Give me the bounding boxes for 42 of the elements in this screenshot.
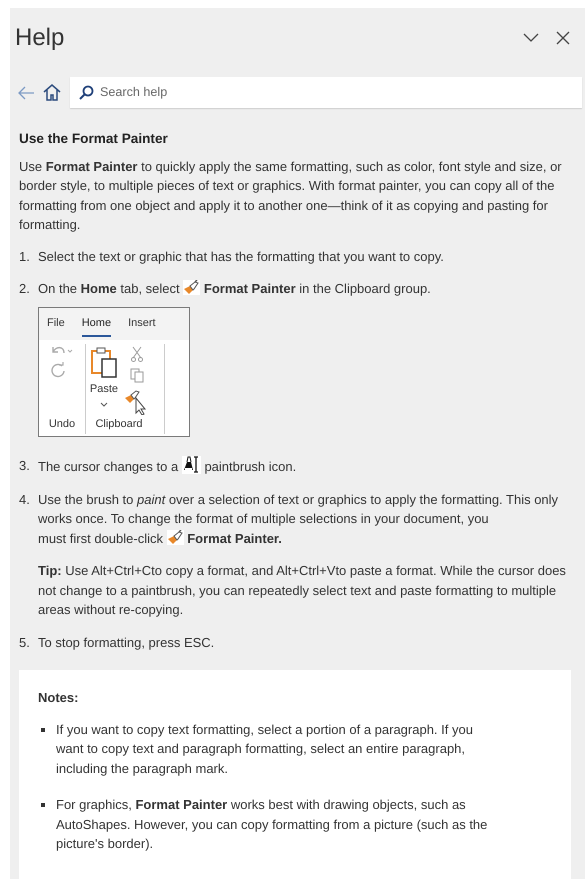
bullet-icon [41,728,45,732]
home-button[interactable] [41,82,63,103]
ribbon-tab[interactable]: Home [82,314,112,337]
step-number: 5. [19,634,31,652]
group-label: Undo [48,417,76,432]
copy-icon [130,368,144,383]
step-text: must first double-click [38,530,163,546]
ribbon-tab[interactable]: File [47,314,65,337]
tip-text: Tip: Use Alt+Ctrl+Cto copy a format, and Alt+Ctrl+Vto paste a format. While the cursor does not change to a paintbrush, you can repeatedly select text and paste formatting to multiple areas without re-copying. [38,562,567,619]
step-text: Format Painter in the Clipboard group. [204,281,431,296]
step-text: To stop formatting, press ESC. [38,634,214,650]
chevron-down-icon [523,33,539,43]
ribbon-tab[interactable]: Insert [128,314,156,337]
step-number: 4. [19,490,31,508]
step-number: 2. [19,280,31,298]
step-text: On the Home tab, select [38,281,180,296]
home-icon [43,84,61,101]
step-number: 1. [19,248,31,266]
caret-icon [100,402,108,406]
intro-paragraph: Use Format Painter to quickly apply the same formatting, such as color, font style and size, or border style, to multiple pieces of text or graphics. With format painter, you can copy all of the formatting from one object and apply it to another one—think of it as copying and pasting for formatting. [19,158,563,234]
note-text: If you want to copy text formatting, select a portion of a paragraph. If you want to copy text and paragraph formatting, select an entire paragraph, including the paragraph mark. [56,720,474,778]
close-icon [556,31,570,45]
cut-icon [131,346,143,362]
pane-title: Help [15,28,66,48]
step-text: The cursor changes to a [38,459,178,474]
notes-heading: Notes: [38,689,80,707]
group-label: Clipboard [94,417,144,432]
paintbrush-icon [183,280,200,295]
paste-icon [90,346,118,378]
note-text: For graphics, Format Painter works best with drawing objects, such as AutoShapes. However, you can copy formatting from a picture (such as the picture's border). [56,796,488,853]
bullet-icon [41,803,45,807]
step-text: paintbrush icon. [204,459,296,474]
back-arrow-icon [17,86,35,100]
step-text: Select the text or graphic that has the formatting that you want to copy. [38,248,444,264]
paintbrush-cursor-icon [182,456,201,474]
article-heading: Use the Format Painter [19,130,169,148]
paintbrush-icon [166,530,184,544]
redo-icon [50,362,66,378]
step-text: Format Painter. [187,530,282,546]
paste-label[interactable]: Paste [90,380,118,400]
step-number: 3. [19,457,31,475]
search-field[interactable]: Search help [70,77,582,108]
